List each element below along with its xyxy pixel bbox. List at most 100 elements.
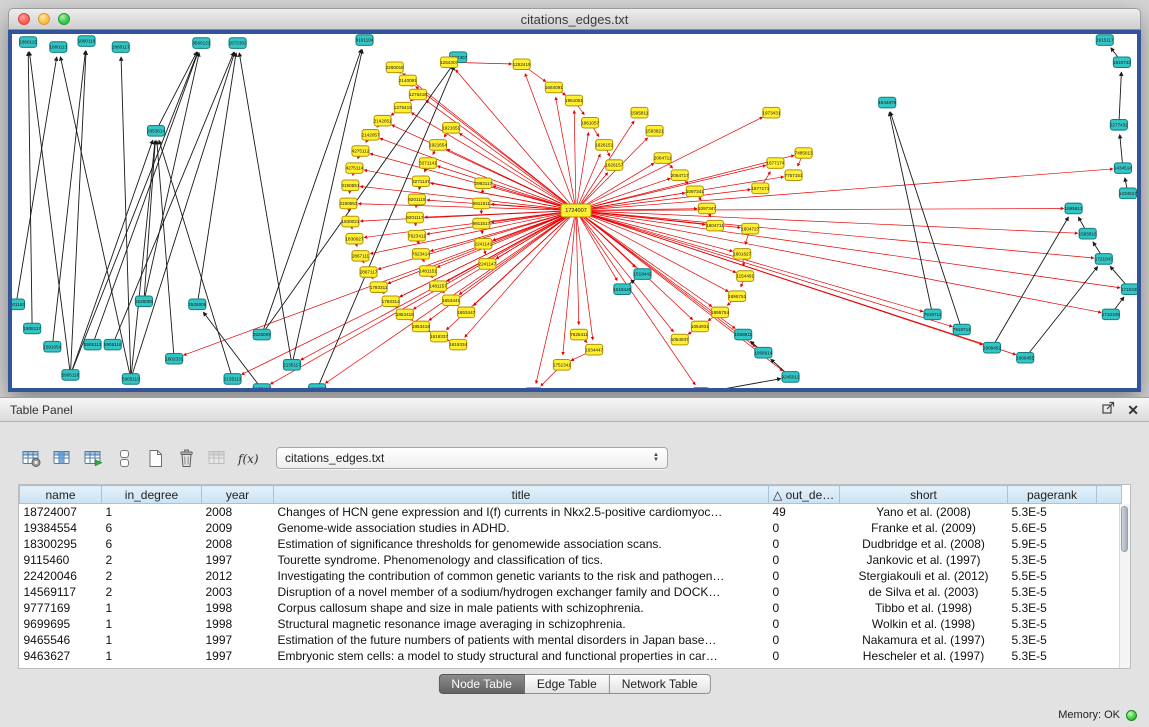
- graph-node[interactable]: 1915117: [1096, 35, 1114, 46]
- scrollbar-thumb[interactable]: [1121, 506, 1128, 552]
- graph-node[interactable]: 1434514: [1114, 163, 1132, 174]
- graph-node[interactable]: 1895754: [711, 307, 729, 318]
- graph-node[interactable]: 1783311: [370, 282, 388, 293]
- close-panel-icon[interactable]: ✕: [1127, 403, 1139, 417]
- zoom-window-button[interactable]: [58, 13, 70, 25]
- float-panel-icon[interactable]: [1102, 401, 1115, 419]
- graph-node[interactable]: 1601627: [733, 249, 751, 260]
- graph-node[interactable]: 1921654: [429, 140, 447, 151]
- graph-node[interactable]: 1602337: [308, 384, 326, 388]
- network-canvas[interactable]: 1860115 1860113 1860118 1860117 8560121 …: [12, 34, 1137, 388]
- graph-node[interactable]: 1068614: [754, 347, 772, 358]
- graph-node[interactable]: 1619337: [430, 331, 448, 342]
- graph-node[interactable]: 1653447: [457, 307, 475, 318]
- graph-node[interactable]: 9201115: [408, 194, 426, 205]
- graph-node[interactable]: 2142057: [362, 130, 380, 141]
- graph-node[interactable]: 1591054: [43, 341, 61, 352]
- graph-node[interactable]: 1860113: [49, 42, 67, 53]
- tab-network-table[interactable]: Network Table: [610, 674, 711, 694]
- graph-node[interactable]: 1853415: [396, 309, 414, 320]
- graph-node[interactable]: 1252419: [513, 59, 531, 70]
- graph-node[interactable]: 1097347: [698, 203, 716, 214]
- graph-node[interactable]: 1860117: [112, 42, 130, 53]
- graph-node[interactable]: 9911511: [473, 198, 491, 209]
- graph-node[interactable]: 2064717: [671, 170, 689, 181]
- graph-node[interactable]: 2064711: [654, 153, 672, 164]
- minimize-window-button[interactable]: [38, 13, 50, 25]
- graph-node[interactable]: 1909455: [1016, 352, 1034, 363]
- table-row[interactable]: 946362711997Embryonic stem cells: a mode…: [20, 648, 1122, 664]
- table-row[interactable]: 1938455462009Genome-wide association stu…: [20, 520, 1122, 536]
- table-row[interactable]: 911546021997Tourette syndrome. Phenomeno…: [20, 552, 1122, 568]
- graph-node[interactable]: 1973431: [762, 107, 780, 118]
- graph-node[interactable]: 1961057: [581, 117, 599, 128]
- graph-node[interactable]: 5905119: [122, 374, 140, 385]
- graph-node[interactable]: 2260018: [386, 62, 404, 73]
- graph-node[interactable]: 7625411: [570, 329, 588, 340]
- graph-node[interactable]: 1595811: [631, 107, 649, 118]
- graph-node[interactable]: 1895751: [728, 291, 746, 302]
- graph-node[interactable]: 1860115: [19, 37, 37, 48]
- window-titlebar[interactable]: citations_edges.txt: [8, 8, 1141, 30]
- graph-node[interactable]: 3271147: [412, 176, 430, 187]
- graph-node[interactable]: 1097341: [686, 186, 704, 197]
- graph-node[interactable]: 1910743: [1113, 57, 1131, 68]
- graph-node[interactable]: 1677171: [751, 183, 769, 194]
- column-header-in_degree[interactable]: in_degree: [102, 486, 202, 504]
- table-row[interactable]: 1456911722003Disruption of a novel membe…: [20, 584, 1122, 600]
- table-row[interactable]: 1830029562008Estimation of significance …: [20, 536, 1122, 552]
- graph-node[interactable]: 1901153: [12, 299, 25, 310]
- graph-node[interactable]: 1572302: [229, 38, 247, 49]
- graph-node[interactable]: 4275114: [346, 163, 364, 174]
- new-column-icon[interactable]: [80, 445, 107, 472]
- graph-node[interactable]: 1595813: [1065, 203, 1083, 214]
- graph-node[interactable]: 1961051: [565, 95, 583, 106]
- graph-node[interactable]: 1434517: [1119, 188, 1137, 199]
- graph-node[interactable]: 2135116: [253, 384, 271, 388]
- column-header-short[interactable]: short: [840, 486, 1008, 504]
- graph-node[interactable]: 1602331: [165, 353, 183, 364]
- graph-node[interactable]: 1783314: [382, 296, 400, 307]
- graph-node[interactable]: 1860118: [78, 36, 96, 47]
- graph-node[interactable]: 2135117: [283, 360, 301, 371]
- table-row[interactable]: 969969511998Structural magnetic resonanc…: [20, 616, 1122, 632]
- graph-node[interactable]: 1481157: [429, 281, 447, 292]
- tab-edge-table[interactable]: Edge Table: [525, 674, 610, 694]
- graph-node[interactable]: 2053614: [147, 126, 165, 137]
- graph-node[interactable]: 2140091: [399, 75, 417, 86]
- graph-node[interactable]: 1595816: [1079, 228, 1097, 239]
- graph-node[interactable]: 1619334: [449, 339, 467, 350]
- graph-node[interactable]: 2867117: [360, 267, 378, 278]
- graph-node[interactable]: 9201117: [406, 212, 424, 223]
- new-table-icon[interactable]: [142, 445, 169, 472]
- select-columns-icon[interactable]: [49, 445, 76, 472]
- graph-node[interactable]: 2241141: [475, 238, 493, 249]
- function-builder-icon[interactable]: f(x): [235, 445, 262, 472]
- graph-node[interactable]: 9245012: [782, 372, 800, 383]
- graph-node[interactable]: 2241147: [479, 259, 497, 270]
- table-row[interactable]: 2242004622012Investigating the contribut…: [20, 568, 1122, 584]
- column-header-year[interactable]: year: [202, 486, 274, 504]
- graph-node[interactable]: 1905117: [23, 323, 41, 334]
- graph-node[interactable]: 1626157: [605, 160, 623, 171]
- graph-node[interactable]: 1721043: [1095, 254, 1113, 265]
- graph-node[interactable]: 3271141: [419, 158, 437, 169]
- graph-node[interactable]: 1275418: [409, 89, 427, 100]
- graph-node[interactable]: 1710348: [1121, 284, 1137, 295]
- graph-node[interactable]: 7919714: [953, 324, 971, 335]
- graph-node[interactable]: 1909452: [983, 342, 1001, 353]
- graph-node[interactable]: 2526005: [135, 296, 153, 307]
- graph-node[interactable]: 2277432: [1110, 119, 1128, 130]
- graph-node[interactable]: 1677174: [766, 158, 784, 169]
- graph-node[interactable]: 5905118: [62, 370, 80, 381]
- table-selector-dropdown[interactable]: citations_edges.txt ▲▼: [276, 447, 668, 469]
- graph-node[interactable]: 1054931: [691, 321, 709, 332]
- graph-node[interactable]: 1593821: [646, 126, 664, 137]
- table-scrollbar[interactable]: [1119, 504, 1130, 668]
- merge-rows-icon[interactable]: [111, 445, 138, 472]
- graph-node[interactable]: 1653441: [442, 295, 460, 306]
- graph-node[interactable]: 5905113: [84, 339, 102, 350]
- graph-node[interactable]: 2867111: [352, 251, 370, 262]
- column-header-title[interactable]: title: [274, 486, 769, 504]
- tab-node-table[interactable]: Node Table: [438, 674, 525, 694]
